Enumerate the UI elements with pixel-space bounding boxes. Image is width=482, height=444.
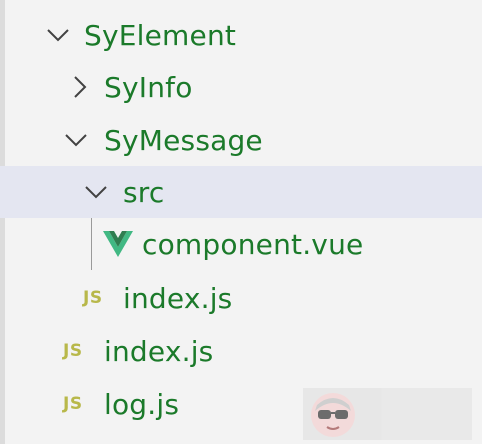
chevron-down-icon[interactable]: [46, 23, 70, 47]
js-icon: JS: [63, 341, 83, 361]
tree-item-symessage[interactable]: SyMessage: [0, 114, 482, 166]
tree-item-index-js-root[interactable]: JS index.js: [0, 325, 482, 377]
tree-item-label: index.js: [123, 281, 233, 315]
tree-item-syinfo[interactable]: SyInfo: [0, 61, 482, 113]
tree-item-label: index.js: [104, 334, 214, 368]
chevron-down-icon[interactable]: [84, 180, 108, 204]
chevron-right-icon[interactable]: [68, 75, 92, 99]
tree-item-index-js[interactable]: JS index.js: [0, 272, 482, 324]
tree-item-label: log.js: [104, 387, 180, 421]
tree-item-label: SyMessage: [104, 123, 263, 157]
chevron-down-icon[interactable]: [64, 128, 88, 152]
tree-item-component-vue[interactable]: component.vue: [0, 218, 482, 270]
tree-item-label: SyElement: [84, 18, 237, 52]
file-explorer: SyElement SyInfo SyMessage src component…: [0, 0, 482, 444]
tree-item-src[interactable]: src: [0, 166, 482, 218]
watermark-logo: [303, 388, 472, 440]
vue-icon: [103, 231, 133, 257]
tree-item-label: SyInfo: [104, 70, 193, 104]
tree-item-label: component.vue: [142, 227, 364, 261]
js-icon: JS: [83, 288, 103, 308]
mascot-icon: [311, 393, 355, 437]
tree-item-label: src: [123, 175, 165, 209]
js-icon: JS: [63, 394, 83, 414]
js-icon: [36, 437, 64, 444]
tree-item-syelement[interactable]: SyElement: [0, 9, 482, 61]
